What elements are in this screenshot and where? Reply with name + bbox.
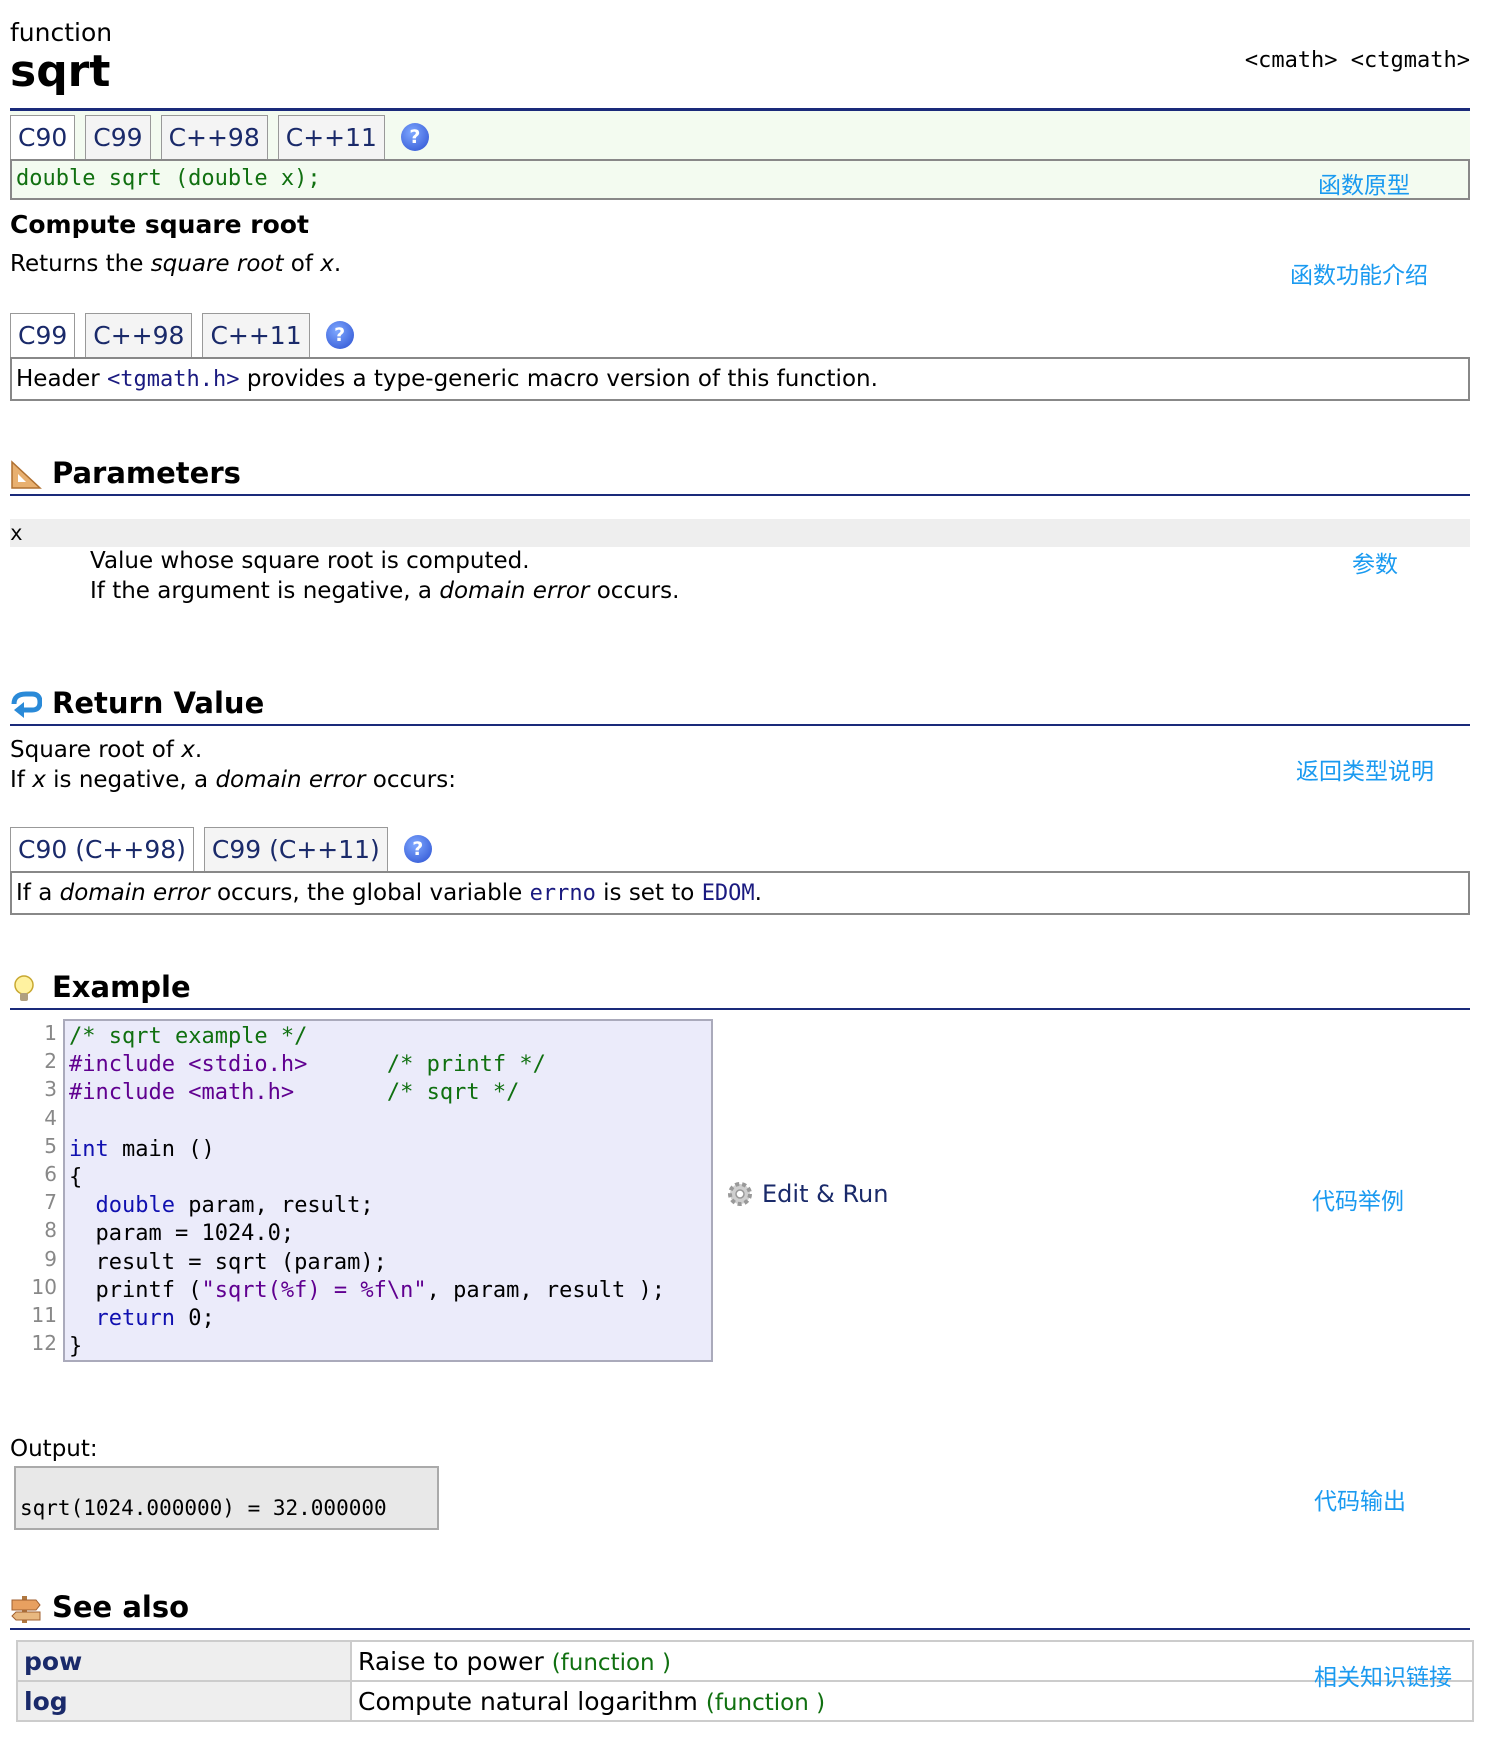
see-also-table: pow Raise to power (function ) log Compu… <box>16 1640 1474 1722</box>
see-also-desc: Raise to power (function ) <box>350 1640 1474 1682</box>
tab-c99[interactable]: C99 <box>10 313 76 357</box>
kind-label: function <box>10 18 113 47</box>
line-numbers: 1 2 3 4 5 6 7 8 9 10 11 12 <box>31 1021 57 1356</box>
param-name-row: x <box>10 519 1470 547</box>
prototype-tabs: C90 C99 C++98 C++11 ? <box>10 115 429 159</box>
gear-icon <box>728 1182 752 1206</box>
description-text: Returns the square root of x. <box>10 251 342 277</box>
tab-c99-cpp11[interactable]: C99 (C++11) <box>203 827 388 871</box>
example-heading: Example <box>10 970 1470 1010</box>
edit-run-button[interactable]: Edit & Run <box>726 1180 888 1208</box>
tab-cpp98[interactable]: C++98 <box>160 115 268 159</box>
annotation-return: 返回类型说明 <box>1296 759 1434 785</box>
annotation-output: 代码输出 <box>1314 1489 1406 1515</box>
lightbulb-icon <box>14 975 34 1001</box>
ruler-icon <box>11 460 42 489</box>
annotation-description: 函数功能介绍 <box>1290 263 1428 289</box>
annotation-prototype: 函数原型 <box>1318 173 1410 199</box>
prototype-box: double sqrt (double x); <box>10 159 1470 200</box>
title-rule <box>10 108 1470 111</box>
tgmath-box: Header <tgmath.h> provides a type-generi… <box>10 357 1470 401</box>
return-line1: Square root of x. <box>10 737 203 763</box>
prototype-code: double sqrt (double x); <box>16 166 321 191</box>
see-also-heading: See also <box>10 1590 1470 1630</box>
parameters-heading: Parameters <box>10 456 1470 496</box>
tab-c90-cpp98[interactable]: C90 (C++98) <box>10 827 194 871</box>
tab-cpp11[interactable]: C++11 <box>202 313 310 357</box>
return-line2: If x is negative, a domain error occurs: <box>10 767 456 793</box>
return-arrow-icon <box>11 691 42 718</box>
see-also-link-log[interactable]: log <box>16 1680 352 1722</box>
signpost-icon <box>11 1596 41 1623</box>
see-also-link-pow[interactable]: pow <box>16 1640 352 1682</box>
param-desc-line2: If the argument is negative, a domain er… <box>90 578 680 604</box>
help-icon[interactable]: ? <box>325 321 354 349</box>
tgmath-tabs: C99 C++98 C++11 ? <box>10 313 354 357</box>
output-label: Output: <box>10 1436 98 1462</box>
tgmath-header-link[interactable]: <tgmath.h> <box>107 367 239 392</box>
description-title: Compute square root <box>10 210 309 239</box>
tab-c99[interactable]: C99 <box>85 115 151 159</box>
errno-box: If a domain error occurs, the global var… <box>10 871 1470 915</box>
return-value-heading: Return Value <box>10 686 1470 726</box>
param-desc-line1: Value whose square root is computed. <box>90 548 530 574</box>
errno-link[interactable]: errno <box>530 881 596 906</box>
see-also-desc: Compute natural logarithm (function ) <box>350 1680 1474 1722</box>
help-icon[interactable]: ? <box>400 123 429 151</box>
return-tabs: C90 (C++98) C99 (C++11) ? <box>10 827 432 871</box>
tab-cpp98[interactable]: C++98 <box>85 313 193 357</box>
table-row: pow Raise to power (function ) <box>16 1640 1474 1682</box>
annotation-example: 代码举例 <box>1312 1189 1404 1215</box>
edom-link[interactable]: EDOM <box>702 881 755 906</box>
header-files[interactable]: <cmath> <ctgmath> <box>1245 48 1470 73</box>
tab-cpp11[interactable]: C++11 <box>277 115 385 159</box>
help-icon[interactable]: ? <box>403 835 432 863</box>
table-row: log Compute natural logarithm (function … <box>16 1680 1474 1722</box>
annotation-see-also: 相关知识链接 <box>1314 1665 1452 1691</box>
output-box: sqrt(1024.000000) = 32.000000 <box>14 1466 439 1530</box>
annotation-parameters: 参数 <box>1352 552 1398 578</box>
param-name: x <box>10 521 23 545</box>
code-block[interactable]: /* sqrt example */ #include <stdio.h> /*… <box>63 1019 713 1362</box>
page-title: sqrt <box>10 46 111 97</box>
tab-c90[interactable]: C90 <box>10 115 76 159</box>
